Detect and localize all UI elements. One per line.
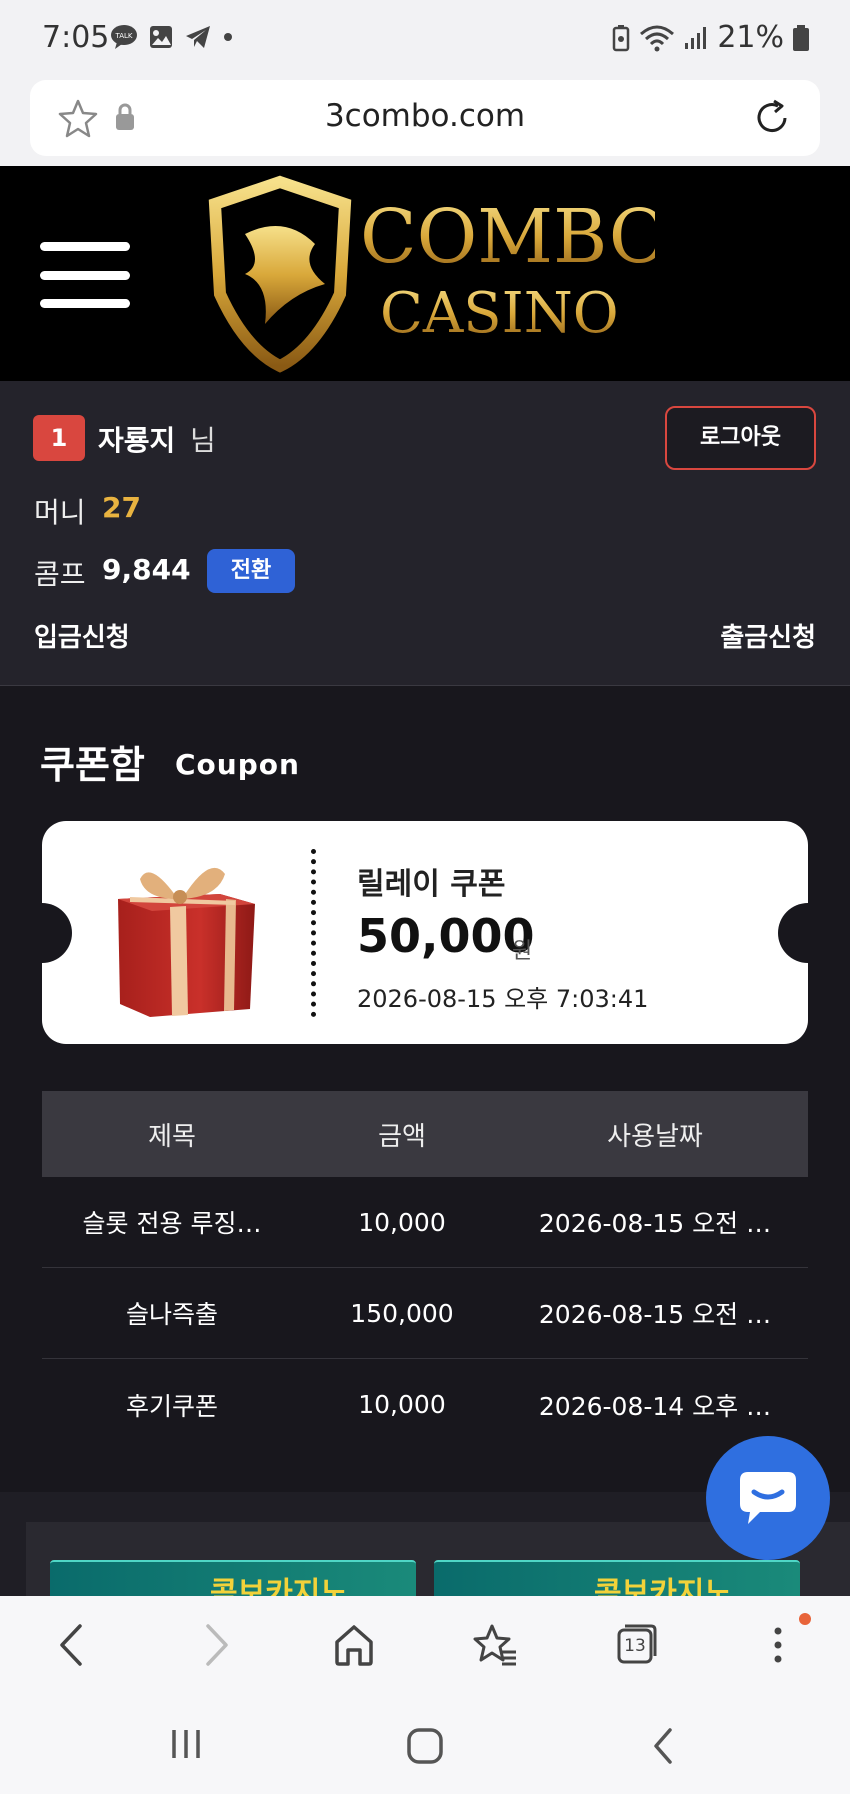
reload-icon[interactable] <box>752 98 792 138</box>
telegram-icon <box>186 26 210 48</box>
combo-casino-logo[interactable]: COMBO CASINO <box>205 174 655 374</box>
cell-amount: 150,000 <box>350 1298 454 1328</box>
logo-text-casino: CASINO <box>380 281 619 346</box>
home-button-icon[interactable] <box>405 1726 445 1766</box>
chat-bubble-icon <box>740 1472 796 1524</box>
site-header: COMBO CASINO <box>0 166 850 381</box>
table-row[interactable]: 후기쿠폰 10,000 2026-08-14 오후 … <box>42 1359 808 1450</box>
browser-bottom-bar: 13 <box>0 1596 850 1696</box>
live-chat-button[interactable] <box>706 1436 830 1560</box>
column-header-title: 제목 <box>148 1121 196 1152</box>
signal-icon <box>685 26 707 49</box>
browser-toolbar: 3combo.com <box>0 74 850 166</box>
system-nav-bar <box>0 1696 850 1794</box>
logo-text-combo: COMBO <box>360 194 655 280</box>
battery-percent: 21% <box>717 20 784 55</box>
battery-icon <box>793 24 809 51</box>
table-header: 제목 금액 사용날짜 <box>42 1091 808 1177</box>
cell-title: 슬롯 전용 루징… <box>82 1209 262 1238</box>
cell-amount: 10,000 <box>358 1390 446 1419</box>
coupon-name: 릴레이 쿠폰 <box>357 867 506 902</box>
promo-banner-right[interactable]: 콤보카지노 <box>434 1560 800 1611</box>
column-header-amount: 금액 <box>378 1121 426 1152</box>
ticket-notch-left <box>42 903 72 963</box>
section-title: 쿠폰함 <box>40 743 145 787</box>
address-bar[interactable]: 3combo.com <box>30 80 820 156</box>
forward-icon[interactable] <box>196 1622 236 1668</box>
withdraw-request-link[interactable]: 출금신청 <box>720 617 816 654</box>
level-badge: 1 <box>33 415 85 461</box>
money-value: 27 <box>102 491 141 524</box>
recent-apps-icon[interactable] <box>168 1726 204 1762</box>
home-icon[interactable] <box>333 1622 375 1668</box>
status-right: 21% <box>611 20 810 55</box>
convert-button[interactable]: 전환 <box>207 549 295 593</box>
user-honorific: 님 <box>190 424 216 457</box>
section-subtitle: Coupon <box>175 748 300 781</box>
cell-date: 2026-08-15 오전 … <box>538 1209 772 1238</box>
menu-button[interactable] <box>40 242 130 308</box>
cell-date: 2026-08-15 오전 … <box>538 1300 772 1329</box>
coupon-section: 쿠폰함 Coupon 릴레이 쿠폰 50,000 원 2026-08-15 오후… <box>0 686 850 1492</box>
coupon-currency: 원 <box>512 939 533 964</box>
table-row[interactable]: 슬나즉출 150,000 2026-08-15 오전 … <box>42 1268 808 1359</box>
deposit-request-link[interactable]: 입금신청 <box>34 617 130 654</box>
money-label: 머니 <box>34 496 86 529</box>
tabs-button[interactable]: 13 <box>615 1622 659 1666</box>
battery-saver-icon <box>613 24 630 51</box>
ticket-notch-right <box>778 903 808 963</box>
table-row[interactable]: 슬롯 전용 루징… 10,000 2026-08-15 오전 … <box>42 1177 808 1268</box>
svg-text:TALK: TALK <box>114 32 132 40</box>
column-header-date: 사용날짜 <box>607 1121 703 1152</box>
menu-line <box>40 270 130 280</box>
coupon-card[interactable]: 릴레이 쿠폰 50,000 원 2026-08-15 오후 7:03:41 <box>42 821 808 1044</box>
talk-icon: TALK <box>111 25 137 49</box>
menu-line <box>40 242 130 251</box>
dot-icon <box>224 33 232 41</box>
cell-amount: 10,000 <box>358 1207 446 1237</box>
menu-line <box>40 299 130 308</box>
status-bar: 7:05 TALK 21% <box>0 0 850 74</box>
more-menu-icon[interactable] <box>766 1622 790 1668</box>
tab-count: 13 <box>624 1636 646 1656</box>
cell-title: 후기쿠폰 <box>125 1391 218 1421</box>
cell-date: 2026-08-14 오후 … <box>538 1391 772 1421</box>
user-panel: 1 자룡지 님 로그아웃 머니 27 콤프 9,844 전환 입금신청 출금신청 <box>0 381 850 686</box>
cell-title: 슬나즉출 <box>125 1300 218 1329</box>
user-name: 자룡지 <box>98 424 176 457</box>
comp-value: 9,844 <box>102 553 191 586</box>
coupon-table: 제목 금액 사용날짜 슬롯 전용 루징… 10,000 2026-08-15 오… <box>42 1091 808 1450</box>
status-time: 7:05 <box>42 20 110 55</box>
coupon-amount: 50,000 <box>357 909 535 963</box>
comp-label: 콤프 <box>34 558 86 591</box>
promo-banner-left[interactable]: 콤보카지노 <box>50 1560 416 1611</box>
bookmarks-icon[interactable] <box>472 1622 518 1668</box>
image-icon <box>150 26 172 48</box>
notification-dot-icon <box>799 1613 811 1625</box>
system-back-icon[interactable] <box>648 1726 678 1766</box>
back-icon[interactable] <box>52 1622 92 1668</box>
logout-button[interactable]: 로그아웃 <box>665 406 816 470</box>
ticket-divider <box>311 849 316 1017</box>
gift-box-icon <box>118 867 255 1017</box>
coupon-date: 2026-08-15 오후 7:03:41 <box>357 985 649 1013</box>
wifi-icon <box>640 25 675 51</box>
url-text[interactable]: 3combo.com <box>30 98 820 134</box>
notification-icons: TALK <box>110 24 234 50</box>
